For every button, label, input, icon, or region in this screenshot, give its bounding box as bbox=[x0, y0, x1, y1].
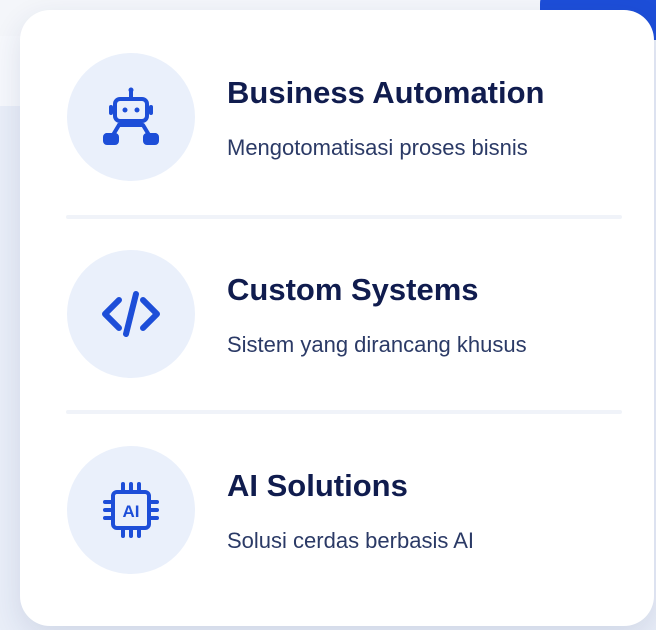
services-card: Business Automation Mengotomatisasi pros… bbox=[20, 10, 654, 626]
icon-badge bbox=[67, 53, 195, 181]
service-title: Business Automation bbox=[227, 75, 545, 110]
service-title: Custom Systems bbox=[227, 272, 479, 307]
ai-chip-label: AI bbox=[123, 502, 140, 521]
service-item-business-automation[interactable]: Business Automation Mengotomatisasi pros… bbox=[20, 10, 654, 181]
code-icon bbox=[102, 291, 160, 337]
service-item-ai-solutions[interactable]: AI AI Solutions Solusi cerdas berbasis A… bbox=[20, 403, 654, 574]
service-item-custom-systems[interactable]: Custom Systems Sistem yang dirancang khu… bbox=[20, 207, 654, 378]
icon-badge: AI bbox=[67, 446, 195, 574]
service-subtitle: Mengotomatisasi proses bisnis bbox=[227, 135, 528, 160]
robot-icon bbox=[103, 87, 159, 145]
service-subtitle: Sistem yang dirancang khusus bbox=[227, 332, 527, 357]
icon-badge bbox=[67, 250, 195, 378]
ai-chip-icon: AI bbox=[103, 482, 159, 538]
service-title: AI Solutions bbox=[227, 468, 408, 503]
service-subtitle: Solusi cerdas berbasis AI bbox=[227, 528, 475, 553]
